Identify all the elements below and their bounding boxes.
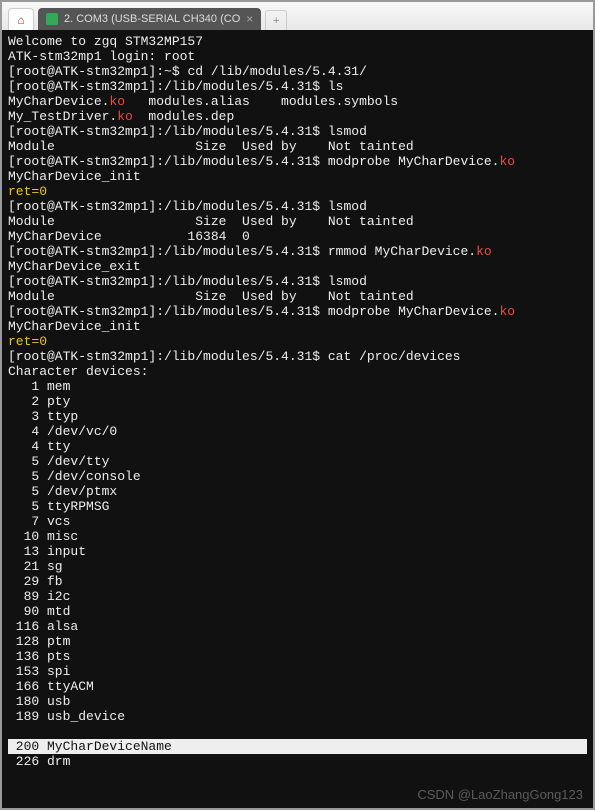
- line: Welcome to zgq STM32MP157: [8, 34, 203, 49]
- line: [root@ATK-stm32mp1]:/lib/modules/5.4.31$…: [8, 304, 515, 319]
- line: ret=0: [8, 334, 47, 349]
- active-tab[interactable]: 2. COM3 (USB-SERIAL CH340 (CO ×: [38, 8, 261, 30]
- window: ⌂ 2. COM3 (USB-SERIAL CH340 (CO × + Welc…: [0, 0, 595, 810]
- device-list: 1 mem 2 pty 3 ttyp 4 /dev/vc/0 4 tty 5 /…: [8, 379, 141, 724]
- line: Character devices:: [8, 364, 148, 379]
- line: ret=0: [8, 184, 47, 199]
- tab-bar: ⌂ 2. COM3 (USB-SERIAL CH340 (CO × +: [2, 2, 593, 30]
- line: Module Size Used by Not tainted: [8, 139, 414, 154]
- watermark: CSDN @LaoZhangGong123: [417, 787, 583, 802]
- line: Module Size Used by Not tainted: [8, 289, 414, 304]
- line: [root@ATK-stm32mp1]:/lib/modules/5.4.31$…: [8, 349, 460, 364]
- line: [root@ATK-stm32mp1]:/lib/modules/5.4.31$…: [8, 79, 343, 94]
- line: [root@ATK-stm32mp1]:/lib/modules/5.4.31$…: [8, 124, 367, 139]
- line: [root@ATK-stm32mp1]:~$ cd /lib/modules/5…: [8, 64, 367, 79]
- highlighted-line: 200 MyCharDeviceName: [8, 739, 587, 754]
- line: [root@ATK-stm32mp1]:/lib/modules/5.4.31$…: [8, 199, 367, 214]
- line: MyCharDevice_init: [8, 169, 141, 184]
- new-tab-button[interactable]: +: [265, 10, 287, 30]
- line: 226 drm: [8, 754, 70, 769]
- home-icon[interactable]: ⌂: [8, 8, 34, 30]
- close-icon[interactable]: ×: [246, 12, 253, 26]
- tab-title: 2. COM3 (USB-SERIAL CH340 (CO: [64, 13, 240, 25]
- line: My_TestDriver.ko modules.dep: [8, 109, 234, 124]
- line: MyCharDevice 16384 0: [8, 229, 250, 244]
- line: MyCharDevice_init: [8, 319, 141, 334]
- line: MyCharDevice_exit: [8, 259, 141, 274]
- line: [root@ATK-stm32mp1]:/lib/modules/5.4.31$…: [8, 274, 367, 289]
- serial-icon: [46, 13, 58, 25]
- terminal-output[interactable]: Welcome to zgq STM32MP157 ATK-stm32mp1 l…: [2, 30, 593, 808]
- line: [root@ATK-stm32mp1]:/lib/modules/5.4.31$…: [8, 244, 492, 259]
- line: [root@ATK-stm32mp1]:/lib/modules/5.4.31$…: [8, 154, 515, 169]
- line: ATK-stm32mp1 login: root: [8, 49, 195, 64]
- line: MyCharDevice.ko modules.alias modules.sy…: [8, 94, 398, 109]
- line: Module Size Used by Not tainted: [8, 214, 414, 229]
